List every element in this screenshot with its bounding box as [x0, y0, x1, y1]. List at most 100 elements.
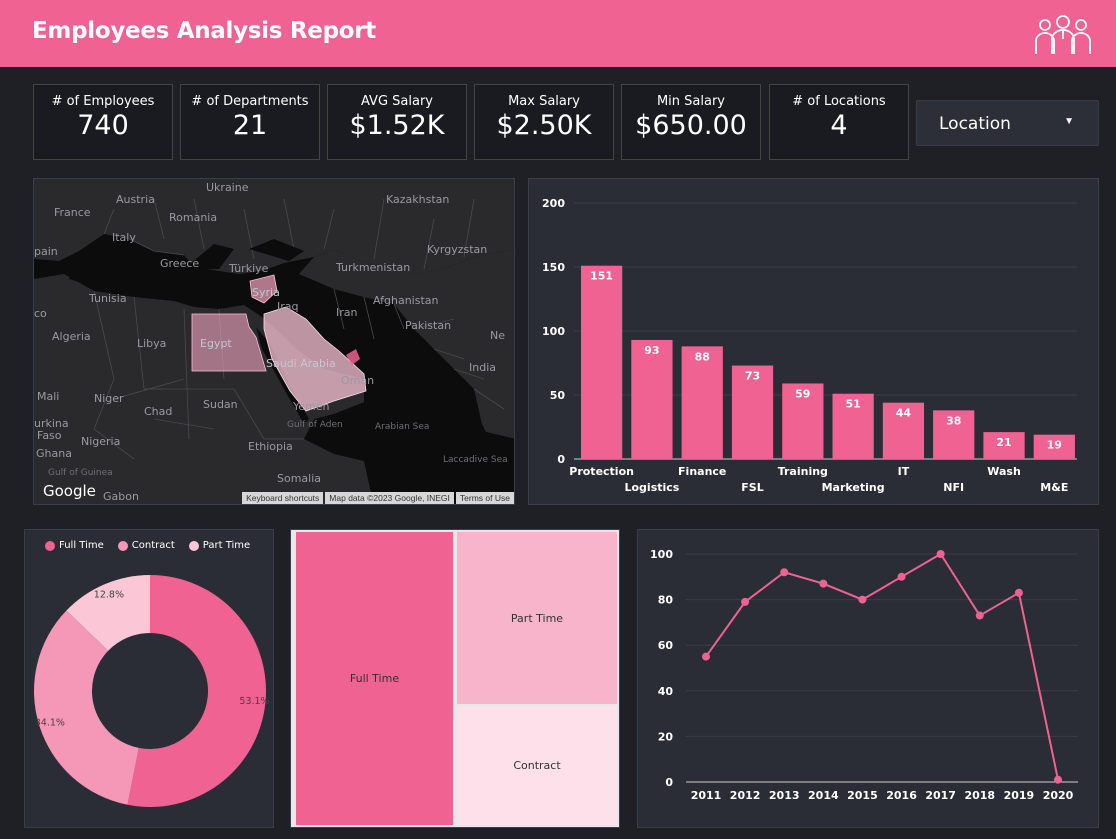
kpi-value: $2.50K	[496, 110, 592, 141]
map-label: Gabon	[103, 490, 139, 503]
bar-value-label: 73	[745, 370, 760, 383]
x-tick-label: 2015	[847, 789, 878, 802]
x-tick-label: 2014	[808, 789, 839, 802]
y-tick-label: 100	[650, 548, 673, 561]
page-title: Employees Analysis Report	[32, 18, 376, 44]
map-label: Mali	[37, 390, 60, 403]
location-map[interactable]: Ukraine Kazakhstan France Austria Romani…	[33, 178, 515, 505]
y-tick-label: 0	[665, 776, 673, 789]
department-bar-chart: 0 50 100 150 200 151 Protection 93 Logistics 88 Fi…	[542, 197, 1077, 494]
legend-swatch	[188, 540, 199, 551]
legend-swatch	[117, 540, 128, 551]
y-tick-label: 150	[542, 261, 565, 274]
map-label: Greece	[160, 257, 200, 270]
kpi-locations: # of Locations 4	[769, 84, 909, 160]
map-label: Gulf of Guinea	[48, 468, 113, 478]
y-tick-label: 200	[542, 197, 565, 210]
map-label: pain	[34, 245, 58, 258]
x-tick-label: IT	[898, 465, 910, 478]
map-label: Niger	[94, 392, 124, 405]
map-label: India	[469, 361, 496, 374]
map-label: Ne	[490, 329, 505, 342]
kpi-label: Min Salary	[656, 94, 726, 109]
bar-value-label: 19	[1047, 439, 1062, 452]
location-filter-label: Location	[939, 114, 1011, 134]
x-tick-label: Finance	[678, 465, 726, 478]
terms-of-use-link[interactable]: Terms of Use	[455, 492, 514, 504]
map-label: Oman	[341, 374, 375, 387]
y-tick-label: 50	[550, 389, 566, 402]
yearly-line-chart: 0 20 40 60 80 100 2011 2012 2013 2014 2015 2016 2017…	[650, 548, 1078, 802]
treemap-cell-part-time[interactable]: Part Time	[457, 532, 617, 704]
kpi-value: $650.00	[635, 110, 747, 141]
x-tick-label: NFI	[943, 481, 964, 494]
bar-value-label: 93	[644, 344, 659, 357]
bar-value-label: 44	[896, 407, 912, 420]
kpi-value: 4	[830, 110, 848, 141]
kpi-label: # of Employees	[51, 94, 155, 109]
data-point	[702, 652, 710, 661]
y-tick-label: 0	[557, 453, 565, 466]
map-label: Egypt	[200, 337, 232, 350]
y-tick-label: 40	[658, 685, 674, 698]
treemap-cell-full-time[interactable]: Full Time	[296, 532, 453, 825]
kpi-value: $1.52K	[349, 110, 445, 141]
bar-value-label: 51	[845, 398, 860, 411]
legend-label: Contract	[131, 540, 175, 551]
map-label: Italy	[112, 231, 136, 244]
treemap-cell-contract[interactable]: Contract	[457, 706, 617, 825]
data-point	[780, 568, 789, 577]
contract-donut-chart: 53.1% 34.1% 12.8%	[34, 575, 270, 807]
map-attribution: Keyboard shortcuts Map data ©2023 Google…	[240, 492, 514, 504]
map-label: Gulf of Aden	[287, 420, 343, 430]
google-logo: Google	[43, 482, 96, 500]
contract-donut-panel: 53.1% 34.1% 12.8%	[24, 529, 274, 828]
treemap-label: Part Time	[510, 611, 564, 625]
x-tick-label: 2012	[730, 789, 761, 802]
map-label: Sudan	[203, 398, 238, 411]
data-point	[858, 595, 867, 604]
map-label: Yemen	[293, 400, 330, 413]
location-filter-dropdown[interactable]: Location ▼	[916, 100, 1099, 146]
map-label: Austria	[116, 193, 155, 206]
map-label: Algeria	[52, 330, 91, 343]
map-label: France	[54, 206, 91, 219]
map-label: Nigeria	[81, 435, 121, 448]
kpi-value: 21	[232, 110, 268, 141]
map-label: Turkmenistan	[336, 261, 411, 274]
map-label: co	[34, 307, 47, 320]
bar-value-label: 21	[996, 436, 1011, 449]
legend-item: Part Time	[188, 540, 251, 551]
kpi-label: AVG Salary	[361, 94, 433, 109]
bar-value-label: 151	[590, 270, 613, 283]
map-label: Tunisia	[89, 292, 127, 305]
keyboard-shortcuts-link[interactable]: Keyboard shortcuts	[242, 492, 324, 504]
kpi-max-salary: Max Salary $2.50K	[474, 84, 614, 160]
map-label: Kyrgyzstan	[427, 243, 488, 256]
department-bar-chart-panel: 0 50 100 150 200 151 Protection 93 Logistics 88 Fi…	[528, 178, 1099, 505]
x-tick-label: 2019	[1004, 789, 1035, 802]
x-tick-label: Training	[778, 465, 828, 478]
kpi-departments: # of Departments 21	[180, 84, 320, 160]
donut-value-label: 34.1%	[35, 718, 65, 729]
bar	[581, 265, 623, 459]
y-tick-label: 100	[542, 325, 565, 338]
data-point	[897, 572, 906, 581]
x-tick-label: 2017	[925, 789, 956, 802]
map-label: Laccadive Sea	[443, 455, 508, 465]
bar	[631, 339, 673, 459]
y-tick-label: 80	[658, 594, 674, 607]
data-point	[975, 611, 984, 620]
x-tick-label: 2013	[769, 789, 800, 802]
map-label: Saudi Arabia	[266, 357, 336, 370]
map-label: Ukraine	[206, 181, 249, 194]
map-label: Libya	[137, 337, 167, 350]
bar-value-label: 38	[946, 414, 961, 427]
yearly-line-chart-panel: 0 20 40 60 80 100 2011 2012 2013 2014 2015 2016 2017…	[637, 529, 1099, 828]
x-tick-label: 2018	[964, 789, 995, 802]
x-tick-label: 2011	[691, 789, 722, 802]
caret-down-icon: ▼	[1064, 116, 1074, 127]
legend-label: Part Time	[202, 540, 251, 551]
kpi-label: # of Departments	[191, 94, 309, 109]
y-tick-label: 20	[658, 730, 674, 743]
